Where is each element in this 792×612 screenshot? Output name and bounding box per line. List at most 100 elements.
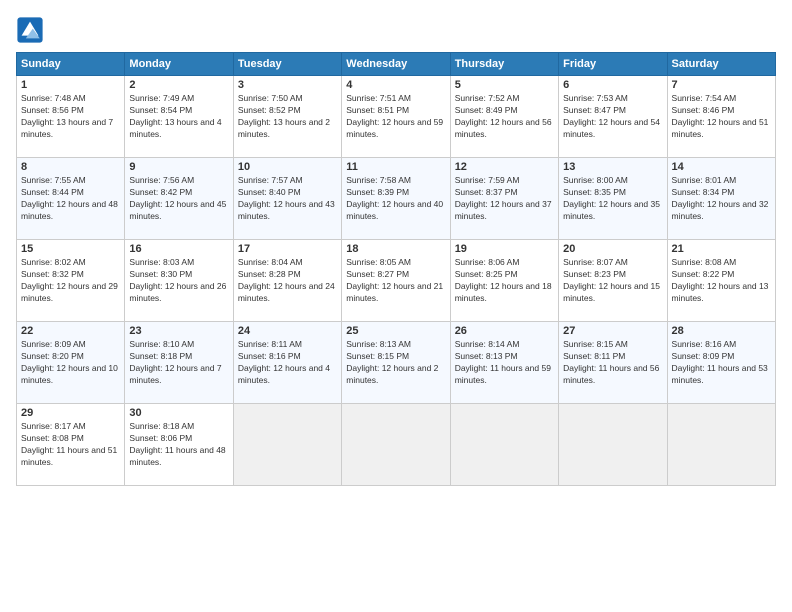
calendar-cell: 10 Sunrise: 7:57 AM Sunset: 8:40 PM Dayl… — [233, 158, 341, 240]
day-number: 16 — [129, 243, 228, 255]
week-row-3: 15 Sunrise: 8:02 AM Sunset: 8:32 PM Dayl… — [17, 240, 776, 322]
weekday-header-monday: Monday — [125, 53, 233, 76]
day-info: Sunrise: 8:03 AM Sunset: 8:30 PM Dayligh… — [129, 257, 228, 305]
day-number: 12 — [455, 161, 554, 173]
day-info: Sunrise: 8:00 AM Sunset: 8:35 PM Dayligh… — [563, 175, 662, 223]
calendar-cell: 6 Sunrise: 7:53 AM Sunset: 8:47 PM Dayli… — [559, 76, 667, 158]
day-info: Sunrise: 8:04 AM Sunset: 8:28 PM Dayligh… — [238, 257, 337, 305]
day-number: 29 — [21, 407, 120, 419]
day-number: 27 — [563, 325, 662, 337]
day-number: 22 — [21, 325, 120, 337]
day-info: Sunrise: 8:14 AM Sunset: 8:13 PM Dayligh… — [455, 339, 554, 387]
calendar-cell: 11 Sunrise: 7:58 AM Sunset: 8:39 PM Dayl… — [342, 158, 450, 240]
weekday-header-thursday: Thursday — [450, 53, 558, 76]
calendar: SundayMondayTuesdayWednesdayThursdayFrid… — [16, 52, 776, 486]
calendar-cell: 5 Sunrise: 7:52 AM Sunset: 8:49 PM Dayli… — [450, 76, 558, 158]
logo-icon — [16, 16, 44, 44]
calendar-cell: 30 Sunrise: 8:18 AM Sunset: 8:06 PM Dayl… — [125, 404, 233, 486]
day-number: 9 — [129, 161, 228, 173]
calendar-cell: 9 Sunrise: 7:56 AM Sunset: 8:42 PM Dayli… — [125, 158, 233, 240]
day-info: Sunrise: 8:09 AM Sunset: 8:20 PM Dayligh… — [21, 339, 120, 387]
page: SundayMondayTuesdayWednesdayThursdayFrid… — [0, 0, 792, 612]
day-info: Sunrise: 8:06 AM Sunset: 8:25 PM Dayligh… — [455, 257, 554, 305]
day-number: 11 — [346, 161, 445, 173]
day-number: 25 — [346, 325, 445, 337]
day-number: 7 — [672, 79, 771, 91]
weekday-header-wednesday: Wednesday — [342, 53, 450, 76]
calendar-cell: 21 Sunrise: 8:08 AM Sunset: 8:22 PM Dayl… — [667, 240, 775, 322]
calendar-cell — [667, 404, 775, 486]
day-number: 23 — [129, 325, 228, 337]
header — [16, 16, 776, 44]
calendar-cell: 13 Sunrise: 8:00 AM Sunset: 8:35 PM Dayl… — [559, 158, 667, 240]
week-row-4: 22 Sunrise: 8:09 AM Sunset: 8:20 PM Dayl… — [17, 322, 776, 404]
day-info: Sunrise: 8:10 AM Sunset: 8:18 PM Dayligh… — [129, 339, 228, 387]
calendar-cell — [233, 404, 341, 486]
calendar-cell: 4 Sunrise: 7:51 AM Sunset: 8:51 PM Dayli… — [342, 76, 450, 158]
day-number: 21 — [672, 243, 771, 255]
calendar-cell: 29 Sunrise: 8:17 AM Sunset: 8:08 PM Dayl… — [17, 404, 125, 486]
day-number: 30 — [129, 407, 228, 419]
calendar-cell — [450, 404, 558, 486]
day-info: Sunrise: 8:11 AM Sunset: 8:16 PM Dayligh… — [238, 339, 337, 387]
day-number: 18 — [346, 243, 445, 255]
day-number: 19 — [455, 243, 554, 255]
day-number: 6 — [563, 79, 662, 91]
day-number: 4 — [346, 79, 445, 91]
day-info: Sunrise: 8:18 AM Sunset: 8:06 PM Dayligh… — [129, 421, 228, 469]
calendar-cell: 1 Sunrise: 7:48 AM Sunset: 8:56 PM Dayli… — [17, 76, 125, 158]
day-number: 20 — [563, 243, 662, 255]
day-info: Sunrise: 7:52 AM Sunset: 8:49 PM Dayligh… — [455, 93, 554, 141]
calendar-cell: 17 Sunrise: 8:04 AM Sunset: 8:28 PM Dayl… — [233, 240, 341, 322]
calendar-cell: 22 Sunrise: 8:09 AM Sunset: 8:20 PM Dayl… — [17, 322, 125, 404]
day-info: Sunrise: 8:05 AM Sunset: 8:27 PM Dayligh… — [346, 257, 445, 305]
day-number: 17 — [238, 243, 337, 255]
day-info: Sunrise: 7:53 AM Sunset: 8:47 PM Dayligh… — [563, 93, 662, 141]
day-info: Sunrise: 7:51 AM Sunset: 8:51 PM Dayligh… — [346, 93, 445, 141]
day-number: 10 — [238, 161, 337, 173]
day-info: Sunrise: 7:50 AM Sunset: 8:52 PM Dayligh… — [238, 93, 337, 141]
calendar-cell — [559, 404, 667, 486]
weekday-header-row: SundayMondayTuesdayWednesdayThursdayFrid… — [17, 53, 776, 76]
calendar-cell: 24 Sunrise: 8:11 AM Sunset: 8:16 PM Dayl… — [233, 322, 341, 404]
weekday-header-saturday: Saturday — [667, 53, 775, 76]
day-info: Sunrise: 7:48 AM Sunset: 8:56 PM Dayligh… — [21, 93, 120, 141]
day-info: Sunrise: 8:13 AM Sunset: 8:15 PM Dayligh… — [346, 339, 445, 387]
calendar-cell: 25 Sunrise: 8:13 AM Sunset: 8:15 PM Dayl… — [342, 322, 450, 404]
week-row-5: 29 Sunrise: 8:17 AM Sunset: 8:08 PM Dayl… — [17, 404, 776, 486]
calendar-cell: 18 Sunrise: 8:05 AM Sunset: 8:27 PM Dayl… — [342, 240, 450, 322]
calendar-cell: 2 Sunrise: 7:49 AM Sunset: 8:54 PM Dayli… — [125, 76, 233, 158]
day-info: Sunrise: 8:07 AM Sunset: 8:23 PM Dayligh… — [563, 257, 662, 305]
day-info: Sunrise: 7:56 AM Sunset: 8:42 PM Dayligh… — [129, 175, 228, 223]
day-number: 2 — [129, 79, 228, 91]
day-number: 26 — [455, 325, 554, 337]
day-info: Sunrise: 8:02 AM Sunset: 8:32 PM Dayligh… — [21, 257, 120, 305]
day-info: Sunrise: 7:57 AM Sunset: 8:40 PM Dayligh… — [238, 175, 337, 223]
calendar-cell: 28 Sunrise: 8:16 AM Sunset: 8:09 PM Dayl… — [667, 322, 775, 404]
day-info: Sunrise: 8:01 AM Sunset: 8:34 PM Dayligh… — [672, 175, 771, 223]
day-number: 8 — [21, 161, 120, 173]
calendar-cell: 15 Sunrise: 8:02 AM Sunset: 8:32 PM Dayl… — [17, 240, 125, 322]
day-info: Sunrise: 7:49 AM Sunset: 8:54 PM Dayligh… — [129, 93, 228, 141]
day-number: 24 — [238, 325, 337, 337]
day-number: 1 — [21, 79, 120, 91]
calendar-cell: 26 Sunrise: 8:14 AM Sunset: 8:13 PM Dayl… — [450, 322, 558, 404]
calendar-cell: 23 Sunrise: 8:10 AM Sunset: 8:18 PM Dayl… — [125, 322, 233, 404]
calendar-cell: 12 Sunrise: 7:59 AM Sunset: 8:37 PM Dayl… — [450, 158, 558, 240]
day-info: Sunrise: 7:59 AM Sunset: 8:37 PM Dayligh… — [455, 175, 554, 223]
day-info: Sunrise: 8:16 AM Sunset: 8:09 PM Dayligh… — [672, 339, 771, 387]
calendar-cell: 3 Sunrise: 7:50 AM Sunset: 8:52 PM Dayli… — [233, 76, 341, 158]
day-info: Sunrise: 8:15 AM Sunset: 8:11 PM Dayligh… — [563, 339, 662, 387]
day-number: 13 — [563, 161, 662, 173]
day-info: Sunrise: 7:58 AM Sunset: 8:39 PM Dayligh… — [346, 175, 445, 223]
logo — [16, 16, 46, 44]
calendar-cell: 14 Sunrise: 8:01 AM Sunset: 8:34 PM Dayl… — [667, 158, 775, 240]
day-info: Sunrise: 7:54 AM Sunset: 8:46 PM Dayligh… — [672, 93, 771, 141]
day-info: Sunrise: 8:08 AM Sunset: 8:22 PM Dayligh… — [672, 257, 771, 305]
day-info: Sunrise: 7:55 AM Sunset: 8:44 PM Dayligh… — [21, 175, 120, 223]
day-number: 15 — [21, 243, 120, 255]
week-row-1: 1 Sunrise: 7:48 AM Sunset: 8:56 PM Dayli… — [17, 76, 776, 158]
day-number: 14 — [672, 161, 771, 173]
calendar-cell: 27 Sunrise: 8:15 AM Sunset: 8:11 PM Dayl… — [559, 322, 667, 404]
day-info: Sunrise: 8:17 AM Sunset: 8:08 PM Dayligh… — [21, 421, 120, 469]
